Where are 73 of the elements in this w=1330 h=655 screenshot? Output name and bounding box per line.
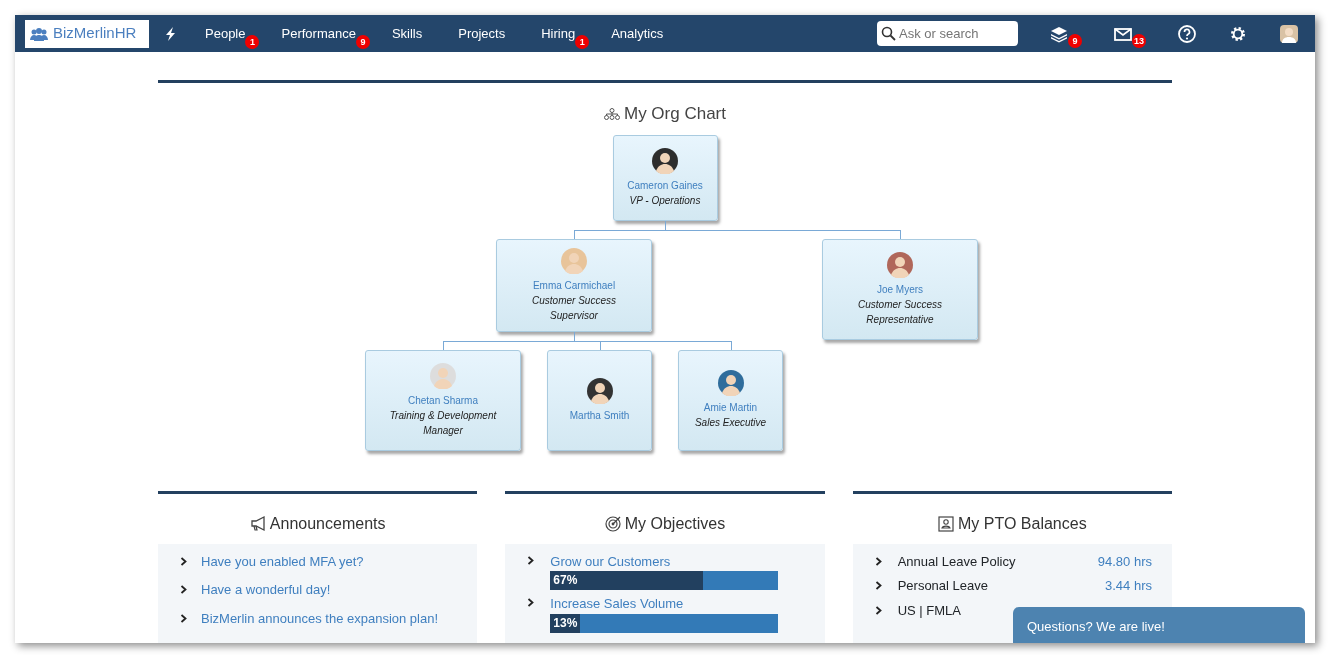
job-title: Customer Success Supervisor: [531, 293, 617, 323]
job-title: Customer Success Representative: [857, 297, 943, 327]
logo-text: BizMerlinHR: [53, 23, 137, 44]
chevron-icon: [180, 585, 187, 595]
leave-balance: 3.44 hrs: [1105, 577, 1152, 595]
megaphone-icon: [249, 514, 266, 533]
notification-badge: 9: [1068, 33, 1082, 48]
leave-balance: 94.80 hrs: [1097, 552, 1152, 571]
nav-link[interactable]: Analytics: [609, 23, 666, 44]
person-name: Cameron Gaines: [627, 178, 703, 193]
chevron-icon: [180, 556, 187, 566]
avatar: [561, 247, 587, 274]
progress-fill: 13%: [550, 613, 580, 633]
search-icon: [881, 26, 896, 41]
notification-badge: 9: [355, 34, 370, 49]
person-name: Joe Myers: [876, 282, 924, 297]
avatar: [652, 147, 678, 174]
section-title: My Objectives: [624, 513, 726, 534]
nav-link[interactable]: Skills: [389, 23, 425, 44]
notification-badge: 1: [575, 34, 590, 49]
help-icon: [1177, 23, 1197, 44]
leave-type: Personal Leave: [897, 577, 988, 595]
id-card-icon: [938, 514, 954, 533]
chevron-icon: [874, 605, 882, 615]
job-title: VP - Operations: [629, 193, 701, 208]
notification-badge: 13: [1132, 33, 1146, 48]
chevron-icon: [874, 581, 882, 591]
org-chart-node[interactable]: Cameron Gaines VP - Operations: [612, 134, 718, 221]
toolbar-button[interactable]: [1279, 23, 1299, 44]
notification-badge: 1: [245, 34, 260, 49]
avatar: [430, 362, 456, 389]
logo[interactable]: BizMerlinHR: [25, 19, 149, 48]
person-name: Emma Carmichael: [532, 278, 616, 293]
objective-link[interactable]: Increase Sales Volume: [550, 596, 684, 611]
chevron-icon: [527, 598, 535, 607]
announcement-link[interactable]: Have a wonderful day!: [201, 580, 331, 600]
person-name: Amie Martin: [703, 401, 758, 415]
nav-link[interactable]: People: [203, 23, 248, 44]
person-name: Martha Smith: [569, 408, 630, 423]
org-chart-node[interactable]: Amie Martin Sales Executive: [678, 349, 783, 451]
leave-type: US | FMLA: [897, 601, 961, 620]
avatar: [586, 377, 613, 404]
nav-link[interactable]: Projects: [456, 23, 508, 44]
person-name: Chetan Sharma: [407, 393, 478, 408]
people-icon: [29, 25, 49, 42]
announcement-link[interactable]: BizMerlin announces the expansion plan!: [201, 608, 439, 628]
search-field[interactable]: Ask or search: [877, 21, 1018, 46]
org-chart-node[interactable]: Chetan Sharma Training & Development Manager: [365, 349, 521, 451]
section-title: My Org Chart: [624, 103, 726, 125]
chevron-icon: [874, 556, 882, 566]
avatar: [887, 251, 913, 278]
nav-link[interactable]: Performance: [279, 23, 358, 44]
job-title: Training & Development Manager: [388, 408, 498, 438]
org-chart-node[interactable]: Martha Smith: [547, 349, 652, 451]
org-chart-node[interactable]: Emma Carmichael Customer Success Supervisor: [496, 238, 652, 332]
toolbar-button[interactable]: [1177, 23, 1197, 44]
avatar: [1279, 23, 1299, 44]
chevron-icon: [527, 555, 535, 565]
nav-link[interactable]: Hiring: [539, 23, 578, 44]
progress-fill: 67%: [550, 571, 704, 590]
job-title: Sales Executive: [694, 416, 767, 430]
objective-link[interactable]: Grow our Customers: [550, 553, 671, 569]
target-icon: [604, 514, 621, 533]
org-chart-node[interactable]: Joe Myers Customer Success Representative: [822, 238, 978, 340]
avatar: [717, 370, 744, 396]
chat-widget[interactable]: Questions? We are live!: [1013, 607, 1305, 643]
chevron-icon: [180, 613, 187, 623]
leave-type: Annual Leave Policy: [897, 552, 1016, 571]
lightning-icon[interactable]: [165, 26, 177, 41]
section-title: Announcements: [269, 513, 386, 534]
announcement-link[interactable]: Have you enabled MFA yet?: [201, 551, 364, 571]
org-chart-icon: [604, 107, 620, 120]
section-title: My PTO Balances: [958, 513, 1087, 534]
